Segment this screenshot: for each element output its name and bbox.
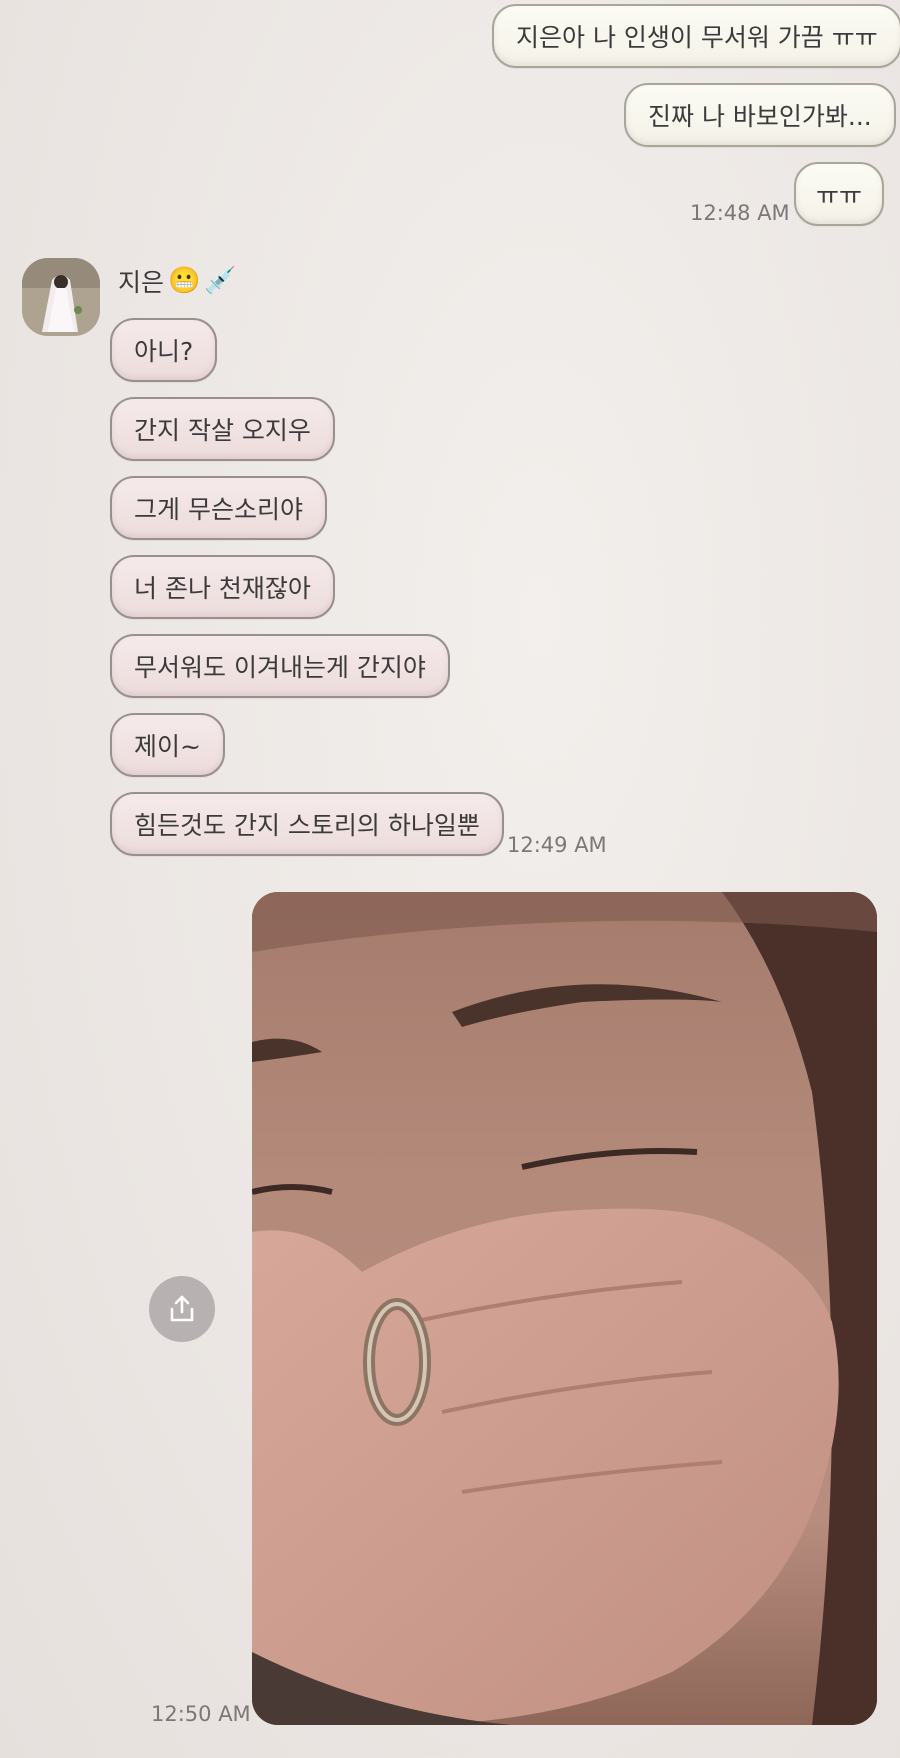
message-bubble-outgoing[interactable]: 진짜 나 바보인가봐... bbox=[624, 83, 896, 147]
photo-message[interactable] bbox=[252, 892, 877, 1725]
message-bubble-incoming[interactable]: 무서워도 이겨내는게 간지야 bbox=[110, 634, 450, 698]
message-text: 진짜 나 바보인가봐... bbox=[648, 102, 872, 131]
message-bubble-incoming[interactable]: 간지 작살 오지우 bbox=[110, 397, 335, 461]
message-bubble-outgoing[interactable]: 지은아 나 인생이 무서워 가끔 ㅠㅠ bbox=[492, 4, 900, 68]
message-text: 제이~ bbox=[134, 732, 201, 761]
syringe-emoji-icon: 💉 bbox=[204, 266, 237, 296]
message-text: 간지 작살 오지우 bbox=[134, 416, 311, 445]
message-text: 무서워도 이겨내는게 간지야 bbox=[134, 653, 426, 682]
message-bubble-incoming[interactable]: 제이~ bbox=[110, 713, 225, 777]
message-timestamp: 12:49 AM bbox=[507, 833, 607, 857]
message-text: ㅠㅠ bbox=[816, 181, 863, 210]
sender-name-text: 지은 bbox=[118, 268, 165, 297]
message-timestamp: 12:50 AM bbox=[151, 1702, 251, 1726]
message-bubble-outgoing[interactable]: ㅠㅠ bbox=[794, 162, 885, 226]
face-photo bbox=[252, 892, 877, 1725]
share-button[interactable] bbox=[149, 1276, 215, 1342]
message-bubble-incoming[interactable]: 힘든것도 간지 스토리의 하나일뿐 bbox=[110, 792, 504, 856]
message-bubble-incoming[interactable]: 아니? bbox=[110, 318, 218, 382]
message-timestamp: 12:48 AM bbox=[690, 201, 790, 225]
message-bubble-incoming[interactable]: 너 존나 천재잖아 bbox=[110, 555, 335, 619]
message-text: 너 존나 천재잖아 bbox=[134, 574, 311, 603]
sender-name: 지은 😬 💉 bbox=[118, 263, 237, 299]
message-text: 그게 무슨소리야 bbox=[134, 495, 303, 524]
message-text: 아니? bbox=[134, 337, 194, 366]
message-text: 지은아 나 인생이 무서워 가끔 ㅠㅠ bbox=[516, 23, 878, 52]
message-text: 힘든것도 간지 스토리의 하나일뿐 bbox=[134, 811, 480, 840]
contact-avatar[interactable] bbox=[22, 258, 100, 336]
share-icon bbox=[170, 1295, 194, 1322]
avatar-photo bbox=[22, 258, 100, 336]
grimace-emoji-icon: 😬 bbox=[168, 266, 201, 296]
message-bubble-incoming[interactable]: 그게 무슨소리야 bbox=[110, 476, 327, 540]
